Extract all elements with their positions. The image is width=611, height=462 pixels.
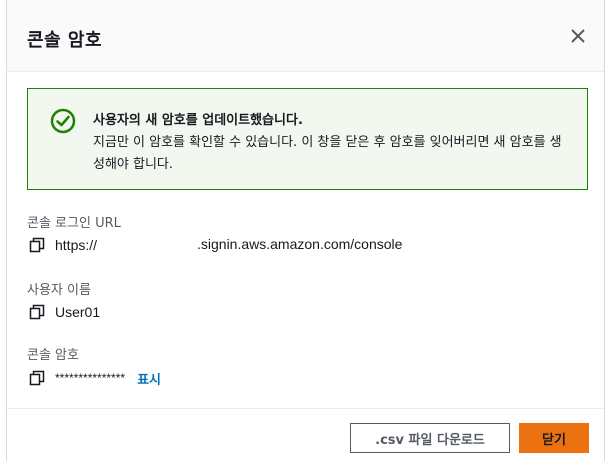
modal-header: 콘솔 암호 [7,0,604,72]
console-url-host: .signin.aws.amazon.com/console [197,236,403,252]
success-alert: 사용자의 새 암호를 업데이트했습니다. 지금만 이 암호를 확인할 수 있습니… [27,88,588,190]
modal-title: 콘솔 암호 [27,30,103,51]
modal-footer: .csv 파일 다운로드 닫기 [7,408,604,462]
success-check-icon [50,108,76,134]
console-password-modal: 콘솔 암호 사용자의 새 암호를 업데이트했습니다. 지금만 이 암호를 확인할… [6,0,605,461]
close-button[interactable]: 닫기 [519,423,589,453]
username-label: 사용자 이름 [27,283,91,298]
password-label: 콘솔 암호 [27,348,79,363]
username-value: User01 [55,304,101,320]
password-masked-value: *************** [55,371,126,385]
copy-icon[interactable] [29,237,45,253]
console-url-scheme: https:// [55,237,98,253]
download-csv-button[interactable]: .csv 파일 다운로드 [350,423,510,453]
console-url-row: https:// [29,236,97,254]
alert-message: 지금만 이 암호를 확인할 수 있습니다. 이 창을 닫은 후 암호를 잊어버리… [93,135,562,172]
username-row: User01 [29,303,100,321]
copy-icon[interactable] [29,370,45,386]
console-url-label: 콘솔 로그인 URL [27,216,121,231]
close-icon[interactable] [570,28,586,44]
show-password-link[interactable]: 표시 [137,369,161,388]
password-row: *************** 표시 [29,369,161,388]
copy-icon[interactable] [29,304,45,320]
alert-title: 사용자의 새 암호를 업데이트했습니다. [93,113,303,128]
